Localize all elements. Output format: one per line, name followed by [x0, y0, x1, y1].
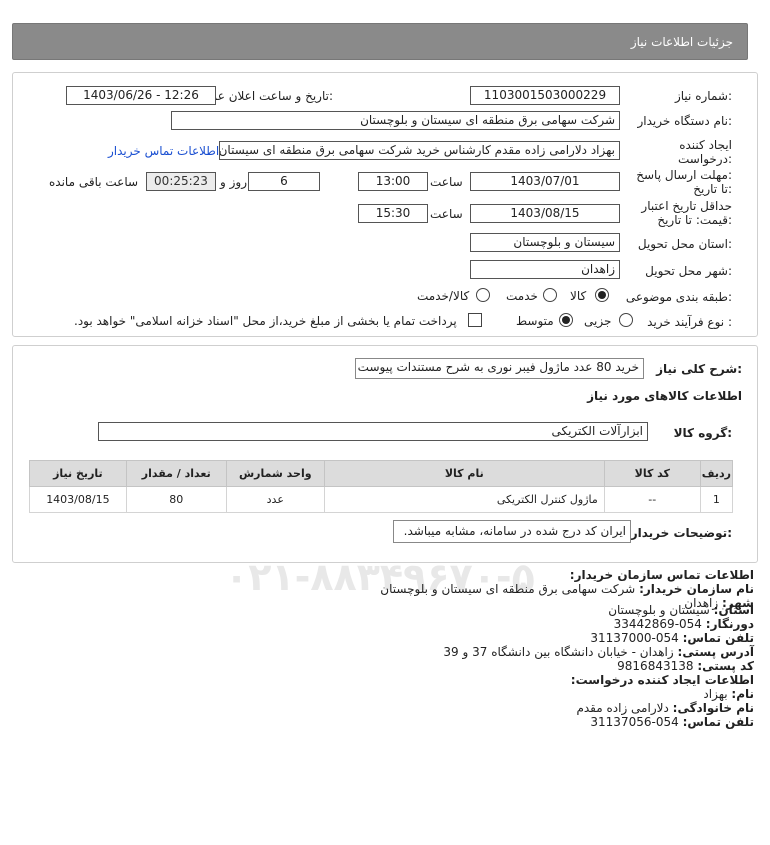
- contact-org-title: اطلاعات تماس سازمان خریدار:: [569, 568, 754, 582]
- contact-org-name: نام سازمان خریدار: شرکت سهامی برق منطقه …: [380, 582, 754, 596]
- buyer-notes-label: توضیحات خریدار:: [630, 526, 732, 540]
- process-label: نوع فرآیند خرید :: [647, 315, 732, 329]
- deadline-time-label: ساعت: [430, 175, 463, 189]
- buyer-notes-field: ایران کد درج شده در سامانه، مشابه میباشد…: [393, 520, 631, 543]
- category-goods-radio[interactable]: [595, 288, 609, 302]
- creator-last-name: نام خانوادگی: دلارامی زاده مقدم: [576, 701, 754, 715]
- cell-date: 1403/08/15: [29, 486, 127, 513]
- city-field: زاهدان: [470, 260, 620, 279]
- buyer-contact-link[interactable]: اطلاعات تماس خریدار: [108, 144, 219, 158]
- creator-info-title: اطلاعات ایجاد کننده درخواست:: [570, 673, 754, 687]
- contact-postal-value: 9816843138: [617, 659, 694, 673]
- province-field: سیستان و بلوچستان: [470, 233, 620, 252]
- category-service-radio[interactable]: [543, 288, 557, 302]
- need-number-label: شماره نیاز:: [674, 89, 732, 103]
- validity-label-1: حداقل تاریخ اعتبار: [641, 199, 732, 213]
- creator-first-name-value: بهزاد: [703, 687, 728, 701]
- col-code: کد کالا: [603, 460, 701, 487]
- deadline-label-1: مهلت ارسال پاسخ:: [636, 168, 732, 182]
- days-label: روز و: [220, 175, 247, 189]
- cell-code: --: [603, 486, 701, 513]
- goods-group-label: گروه کالا:: [673, 426, 732, 440]
- contact-province-value: سیستان و بلوچستان: [608, 603, 710, 617]
- contact-address-value: زاهدان - خیابان دانشگاه بین دانشگاه 37 و…: [443, 645, 674, 659]
- deadline-label-2: تا تاریخ:: [693, 182, 732, 196]
- deadline-date-field: 1403/07/01: [470, 172, 620, 191]
- announce-field: 1403/06/26 - 12:26: [66, 86, 216, 105]
- need-number-field: 1103001503000229: [470, 86, 620, 105]
- creator-label-2: درخواست:: [678, 152, 732, 166]
- contact-fax: دورنگار: 054-33442869: [614, 617, 754, 631]
- page-header: جزئیات اطلاعات نیاز: [12, 23, 748, 60]
- page-title: جزئیات اطلاعات نیاز: [630, 35, 733, 49]
- contact-postal-label: کد پستی:: [697, 659, 754, 673]
- contact-postal: کد پستی: 9816843138: [617, 659, 754, 673]
- validity-time-label: ساعت: [430, 207, 463, 221]
- col-date: تاریخ نیاز: [29, 460, 127, 487]
- summary-label: شرح کلی نیاز:: [656, 362, 742, 376]
- process-minor-radio[interactable]: [619, 313, 633, 327]
- goods-group-field: ابزارآلات الکتریکی: [98, 422, 648, 441]
- contact-fax-label: دورنگار:: [705, 617, 754, 631]
- remaining-label: ساعت باقی مانده: [49, 175, 139, 189]
- cell-quantity: 80: [125, 486, 227, 513]
- contact-phone-label: تلفن تماس:: [682, 631, 754, 645]
- creator-first-name: نام: بهزاد: [703, 687, 754, 701]
- cell-row: 1: [699, 486, 734, 513]
- creator-phone: تلفن تماس: 054-31137056: [590, 715, 754, 729]
- goods-info-title: اطلاعات کالاهای مورد نیاز: [587, 389, 742, 403]
- province-label: استان محل تحویل:: [637, 237, 732, 251]
- goods-table-header: ردیف کد کالا نام کالا واحد شمارش تعداد /…: [29, 460, 734, 487]
- category-goods-label: کالا: [570, 289, 587, 303]
- summary-field: خرید 80 عدد ماژول فیبر نوری به شرح مستند…: [355, 358, 644, 379]
- remaining-time-field: 00:25:23: [146, 172, 216, 191]
- creator-last-name-label: نام خانوادگی:: [672, 701, 754, 715]
- days-field: 6: [248, 172, 320, 191]
- process-medium-radio[interactable]: [559, 313, 573, 327]
- category-label: طبقه بندی موضوعی:: [625, 290, 732, 304]
- cell-name: ماژول کنترل الکتریکی: [323, 486, 605, 513]
- contact-org-name-value: شرکت سهامی برق منطقه ای سیستان و بلوچستا…: [380, 582, 636, 596]
- creator-phone-label: تلفن تماس:: [682, 715, 754, 729]
- contact-province-line: استان: سیستان و بلوچستان: [608, 603, 754, 617]
- creator-first-name-label: نام:: [731, 687, 754, 701]
- col-unit: واحد شمارش: [225, 460, 325, 487]
- deadline-time-field: 13:00: [358, 172, 428, 191]
- creator-label-1: ایجاد کننده: [679, 138, 732, 152]
- creator-field: بهزاد دلارامی زاده مقدم کارشناس خرید شرک…: [219, 141, 620, 160]
- contact-address-label: آدرس پستی:: [677, 645, 754, 659]
- col-name: نام کالا: [323, 460, 605, 487]
- validity-time-field: 15:30: [358, 204, 428, 223]
- contact-province-label: استان:: [713, 603, 754, 617]
- contact-org-name-label: نام سازمان خریدار:: [639, 582, 754, 596]
- category-goods-service-radio[interactable]: [476, 288, 490, 302]
- category-service-label: خدمت: [506, 289, 538, 303]
- payment-note: پرداخت تمام یا بخشی از مبلغ خرید،از محل …: [74, 314, 457, 328]
- validity-label-2: قیمت: تا تاریخ:: [657, 213, 732, 227]
- buyer-org-field: شرکت سهامی برق منطقه ای سیستان و بلوچستا…: [171, 111, 620, 130]
- creator-phone-value: 054-31137056: [590, 715, 679, 729]
- table-row: 1 -- ماژول کنترل الکتریکی عدد 80 1403/08…: [29, 486, 734, 513]
- contact-phone-value: 054-31137000: [590, 631, 679, 645]
- contact-address: آدرس پستی: زاهدان - خیابان دانشگاه بین د…: [443, 645, 754, 659]
- process-medium-label: متوسط: [516, 314, 554, 328]
- category-goods-service-label: کالا/خدمت: [417, 289, 470, 303]
- validity-date-field: 1403/08/15: [470, 204, 620, 223]
- process-minor-label: جزیی: [584, 314, 612, 328]
- buyer-org-label: نام دستگاه خریدار:: [637, 114, 733, 128]
- contact-phone: تلفن تماس: 054-31137000: [590, 631, 754, 645]
- contact-fax-value: 054-33442869: [613, 617, 702, 631]
- treasury-payment-checkbox[interactable]: [468, 313, 482, 327]
- creator-last-name-value: دلارامی زاده مقدم: [576, 701, 669, 715]
- goods-table: ردیف کد کالا نام کالا واحد شمارش تعداد /…: [29, 460, 734, 513]
- col-quantity: تعداد / مقدار: [125, 460, 227, 487]
- city-label: شهر محل تحویل:: [645, 264, 732, 278]
- cell-unit: عدد: [225, 486, 325, 513]
- col-row: ردیف: [699, 460, 734, 487]
